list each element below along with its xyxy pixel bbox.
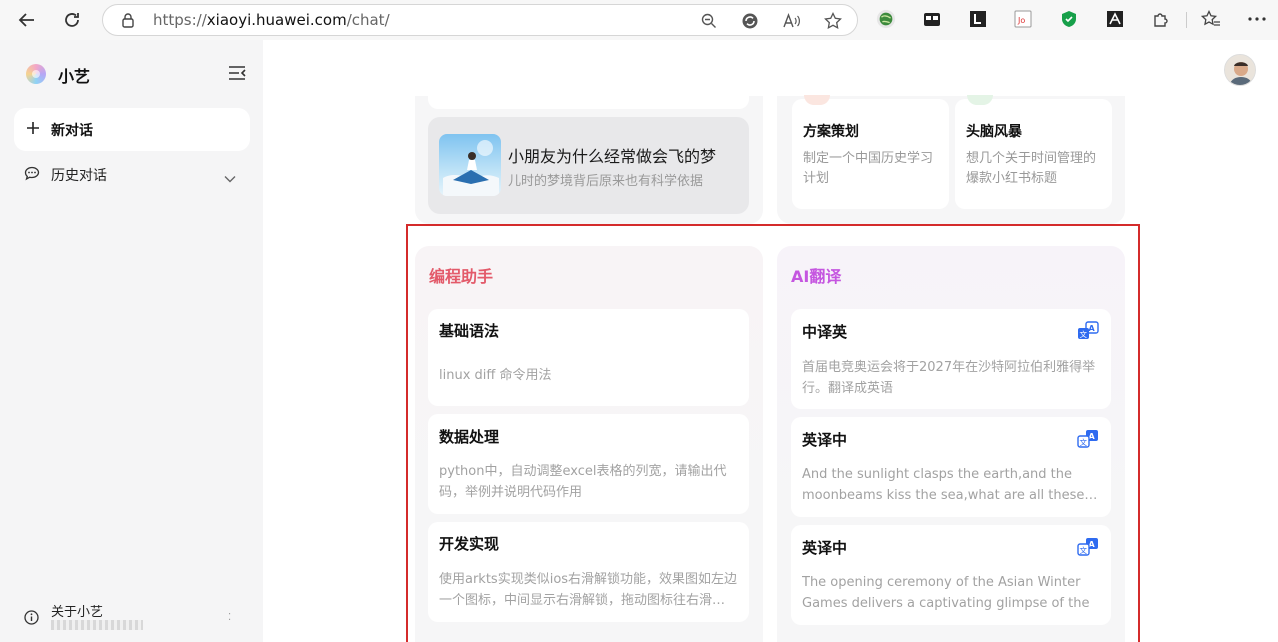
brainstorm-card-title: 头脑风暴 xyxy=(966,124,1022,140)
blurred-account-text xyxy=(51,620,143,630)
more-options-icon[interactable]: ⁚ xyxy=(228,612,231,623)
highlight-annotation-box xyxy=(406,224,1140,642)
brand-name: 小艺 xyxy=(58,67,91,86)
read-aloud-icon[interactable] xyxy=(782,11,802,31)
refresh-icon[interactable] xyxy=(59,7,85,33)
plan-card-desc: 制定一个中国历史学习计划 xyxy=(803,151,934,186)
new-chat-button[interactable]: 新对话 xyxy=(14,108,250,151)
favorite-star-icon[interactable] xyxy=(823,11,843,31)
address-bar[interactable]: https://xiaoyi.huawei.com/chat/ xyxy=(102,4,858,36)
about-xiaoyi-item[interactable]: 关于小艺 ⁚ xyxy=(14,596,250,636)
plan-card[interactable]: 方案策划 制定一个中国历史学习计划 xyxy=(792,95,949,209)
brainstorm-card[interactable]: 头脑风暴 想几个关于时间管理的爆款小红书标题 xyxy=(955,95,1112,209)
about-label: 关于小艺 xyxy=(51,605,104,620)
card-emblem-icon xyxy=(967,95,993,105)
cut-off-card[interactable] xyxy=(428,96,749,109)
svg-text:Jo: Jo xyxy=(1017,16,1025,25)
url-text: https://xiaoyi.huawei.com/chat/ xyxy=(153,11,390,29)
browser-toolbar: https://xiaoyi.huawei.com/chat/ Jo xyxy=(0,0,1278,40)
sidebar: 小艺 新对话 历史对话 关于小艺 ⁚ xyxy=(0,40,263,642)
new-chat-label: 新对话 xyxy=(51,123,93,139)
zoom-icon[interactable] xyxy=(699,11,719,31)
history-label: 历史对话 xyxy=(51,168,107,184)
brainstorm-card-desc: 想几个关于时间管理的爆款小红书标题 xyxy=(966,151,1097,186)
collapse-sidebar-icon[interactable] xyxy=(228,65,246,81)
extension-pdf-icon[interactable]: Jo xyxy=(1013,9,1033,29)
favorites-icon[interactable] xyxy=(1201,9,1221,29)
extension-tabs-icon[interactable] xyxy=(922,9,942,29)
flying-dream-thumbnail xyxy=(439,134,501,196)
story-suggestion-card[interactable]: 小朋友为什么经常做会飞的梦 儿时的梦境背后原来也有科学依据 xyxy=(428,117,749,214)
plus-icon xyxy=(26,120,40,134)
avatar[interactable] xyxy=(1224,54,1256,86)
extension-a-icon[interactable] xyxy=(1105,9,1125,29)
history-chats-toggle[interactable]: 历史对话 xyxy=(14,154,250,194)
extension-l-icon[interactable] xyxy=(968,9,988,29)
story-description: 儿时的梦境背后原来也有科学依据 xyxy=(508,174,704,189)
xiaoyi-logo-icon xyxy=(26,64,46,84)
back-icon[interactable] xyxy=(14,7,40,33)
translate-page-icon[interactable] xyxy=(740,11,760,31)
chevron-down-icon xyxy=(224,168,236,187)
more-menu-icon[interactable] xyxy=(1247,9,1267,29)
extensions-puzzle-icon[interactable] xyxy=(1151,9,1171,29)
lock-icon xyxy=(121,12,135,32)
plan-card-title: 方案策划 xyxy=(803,124,859,140)
chat-bubble-icon xyxy=(24,166,40,185)
card-emblem-icon xyxy=(804,95,830,105)
extension-globe-icon[interactable] xyxy=(876,9,896,29)
info-icon xyxy=(24,610,39,629)
story-title: 小朋友为什么经常做会飞的梦 xyxy=(508,147,717,166)
extension-shield-icon[interactable] xyxy=(1059,9,1079,29)
toolbar-divider xyxy=(1186,12,1187,28)
